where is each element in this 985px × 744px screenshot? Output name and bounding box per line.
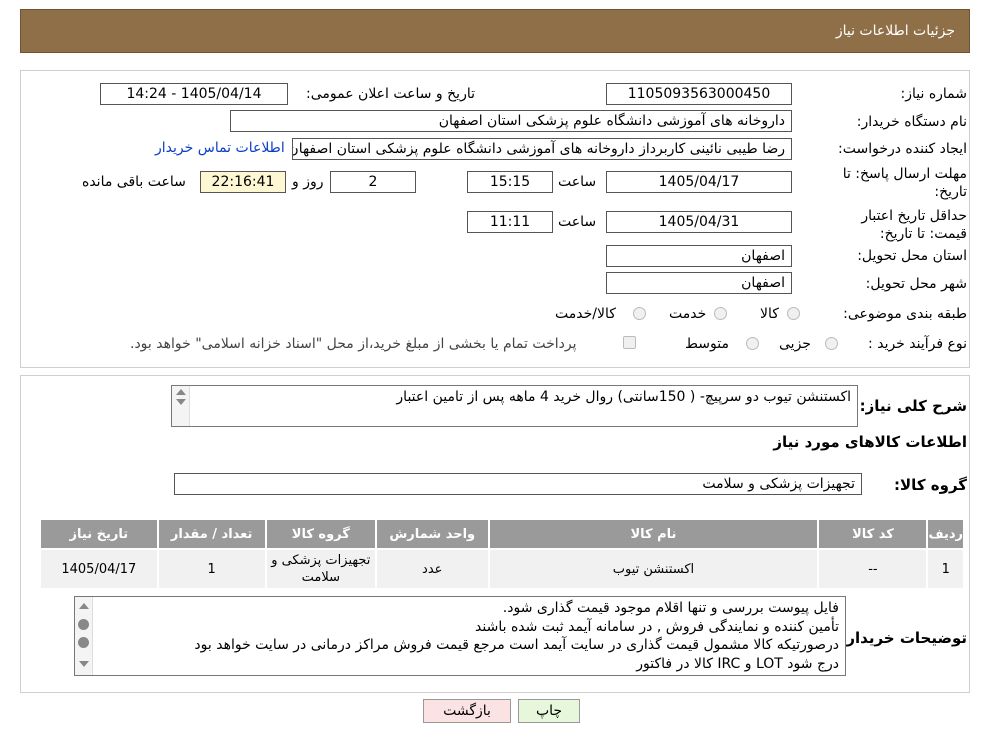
scroll-up-icon[interactable] xyxy=(176,389,186,395)
cell-code: -- xyxy=(817,548,929,590)
description-text: اکستنشن تیوب دو سرپیچ- ( 150سانتی) روال … xyxy=(396,389,851,405)
treasury-payment-checkbox[interactable] xyxy=(623,336,636,349)
buyer-notes-line: فایل پیوست بررسی و تنها اقلام موجود قیمت… xyxy=(502,600,839,616)
table-header-row: ردیف کد کالا نام کالا واحد شمارش گروه کا… xyxy=(39,518,965,550)
treasury-payment-note: پرداخت تمام یا بخشی از مبلغ خرید،از محل … xyxy=(130,336,577,352)
cell-unit: عدد xyxy=(374,548,490,590)
description-scrollbar[interactable] xyxy=(172,386,190,426)
category-both-radio[interactable] xyxy=(633,307,646,320)
announce-field[interactable]: 1405/04/14 - 14:24 xyxy=(100,83,288,105)
buyer-notes-line: درصورتیکه کالا مشمول قیمت گذاری در سایت … xyxy=(194,637,839,653)
process-medium-radio[interactable] xyxy=(746,337,759,350)
creator-field[interactable]: رضا طیبی نائینی کاربرداز داروخانه های آم… xyxy=(292,138,792,160)
process-minor-label: جزیی xyxy=(779,336,811,352)
description-label: شرح کلی نیاز: xyxy=(859,397,967,415)
province-label: استان محل تحویل: xyxy=(857,248,967,264)
col-code: کد کالا xyxy=(817,518,929,550)
cell-row: 1 xyxy=(926,548,965,590)
col-unit: واحد شمارش xyxy=(374,518,490,550)
process-medium-label: متوسط xyxy=(685,336,729,352)
scroll-thumb[interactable] xyxy=(78,619,89,630)
category-service-label: خدمت xyxy=(669,306,707,322)
cell-date: 1405/04/17 xyxy=(39,548,159,590)
page-header: جزئیات اطلاعات نیاز xyxy=(20,9,970,53)
cell-group: تجهیزات پزشکی و سلامت xyxy=(264,548,377,590)
deadline-time-field[interactable]: 15:15 xyxy=(467,171,553,193)
buyer-notes-scrollbar[interactable] xyxy=(75,597,93,675)
scroll-down-icon[interactable] xyxy=(79,661,89,667)
col-date: تاریخ نیاز xyxy=(39,518,159,550)
remaining-label: ساعت باقی مانده xyxy=(82,174,186,190)
description-textarea[interactable]: اکستنشن تیوب دو سرپیچ- ( 150سانتی) روال … xyxy=(171,385,858,427)
deadline-label: مهلت ارسال پاسخ: تا تاریخ: xyxy=(842,166,967,200)
page-title: جزئیات اطلاعات نیاز xyxy=(835,23,955,39)
remaining-time-field: 22:16:41 xyxy=(200,171,286,193)
col-group: گروه کالا xyxy=(264,518,377,550)
goods-group-label: گروه کالا: xyxy=(894,476,967,494)
cell-qty: 1 xyxy=(156,548,267,590)
need-number-label: شماره نیاز: xyxy=(900,86,968,102)
category-both-label: کالا/خدمت xyxy=(555,306,616,322)
deadline-date-field[interactable]: 1405/04/17 xyxy=(606,171,792,193)
city-label: شهر محل تحویل: xyxy=(865,276,967,292)
buyer-notes-line: درج شود LOT و IRC کالا در فاکتور xyxy=(636,655,839,672)
process-minor-radio[interactable] xyxy=(825,337,838,350)
print-button[interactable]: چاپ xyxy=(518,699,580,723)
col-row: ردیف xyxy=(926,518,965,550)
province-field[interactable]: اصفهان xyxy=(606,245,792,267)
category-goods-radio[interactable] xyxy=(787,307,800,320)
back-button[interactable]: بازگشت xyxy=(423,699,511,723)
table-row: 1 -- اکستنشن تیوب عدد تجهیزات پزشکی و سل… xyxy=(39,548,965,590)
buyer-org-field[interactable]: داروخانه های آموزشی دانشگاه علوم پزشکی ا… xyxy=(230,110,792,132)
col-qty: تعداد / مقدار xyxy=(156,518,267,550)
announce-label: تاریخ و ساعت اعلان عمومی: xyxy=(306,86,475,102)
buyer-notes-label: توضیحات خریدار: xyxy=(840,629,967,647)
validity-date-field[interactable]: 1405/04/31 xyxy=(606,211,792,233)
creator-label: ایجاد کننده درخواست: xyxy=(838,141,967,157)
goods-info-title: اطلاعات کالاهای مورد نیاز xyxy=(773,433,967,451)
goods-table: ردیف کد کالا نام کالا واحد شمارش گروه کا… xyxy=(39,518,965,590)
category-service-radio[interactable] xyxy=(714,307,727,320)
scroll-thumb[interactable] xyxy=(78,637,89,648)
process-label: نوع فرآیند خرید : xyxy=(868,336,967,352)
validity-time-label: ساعت xyxy=(558,214,597,230)
buyer-org-label: نام دستگاه خریدار: xyxy=(856,114,967,130)
category-label: طبقه بندی موضوعی: xyxy=(843,306,967,322)
goods-group-field[interactable]: تجهیزات پزشکی و سلامت xyxy=(174,473,862,495)
category-goods-label: کالا xyxy=(760,306,779,322)
deadline-time-label: ساعت xyxy=(558,174,597,190)
buyer-notes-line: تأمین کننده و نمایندگی فروش , در سامانه … xyxy=(475,618,839,635)
buyer-contact-link[interactable]: اطلاعات تماس خریدار xyxy=(155,140,285,156)
col-name: نام کالا xyxy=(487,518,820,550)
scroll-down-icon[interactable] xyxy=(176,399,186,405)
need-number-field[interactable]: 1105093563000450 xyxy=(606,83,792,105)
days-field[interactable]: 2 xyxy=(330,171,416,193)
city-field[interactable]: اصفهان xyxy=(606,272,792,294)
validity-time-field[interactable]: 11:11 xyxy=(467,211,553,233)
cell-name: اکستنشن تیوب xyxy=(487,548,820,590)
validity-label: حداقل تاریخ اعتبار قیمت: تا تاریخ: xyxy=(861,208,967,242)
days-label: روز و xyxy=(292,174,324,190)
buyer-notes-textarea[interactable]: فایل پیوست بررسی و تنها اقلام موجود قیمت… xyxy=(74,596,846,676)
scroll-up-icon[interactable] xyxy=(79,603,89,609)
